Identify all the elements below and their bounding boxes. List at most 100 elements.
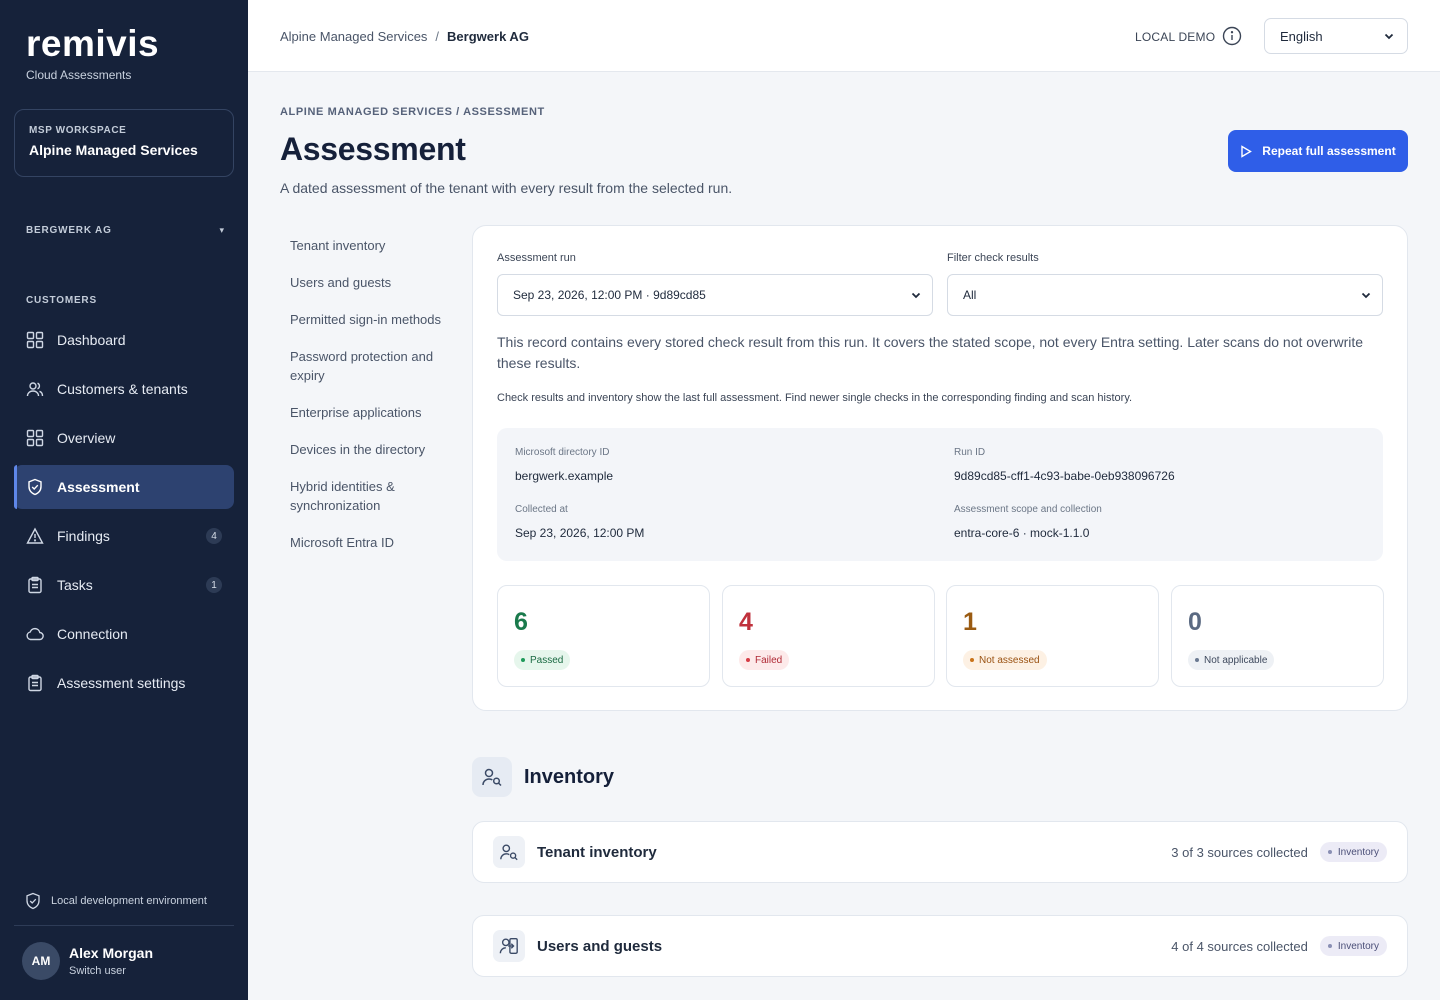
mode-label: LOCAL DEMO: [1135, 30, 1216, 44]
sidebar-item-customers[interactable]: Customers & tenants: [14, 367, 234, 411]
sidebar-divider: [14, 925, 234, 926]
cloud-icon: [24, 623, 46, 645]
brand-logo: remivis: [26, 23, 160, 64]
run-metadata: Microsoft directory ID bergwerk.example …: [497, 428, 1383, 561]
workspace-card[interactable]: MSP WORKSPACE Alpine Managed Services: [14, 109, 234, 177]
inventory-row-title: Tenant inventory: [537, 843, 657, 861]
status-label: Not applicable: [1204, 654, 1268, 666]
language-select[interactable]: English: [1264, 18, 1408, 54]
section-link-devices[interactable]: Devices in the directory: [290, 440, 450, 459]
info-icon[interactable]: [1222, 26, 1242, 51]
workspace-name: Alpine Managed Services: [29, 142, 198, 158]
inventory-row-title: Users and guests: [537, 937, 663, 955]
page-overline: ALPINE MANAGED SERVICES / ASSESSMENT: [280, 106, 545, 118]
stat-passed[interactable]: 6 Passed: [497, 585, 710, 687]
sidebar-item-tasks[interactable]: Tasks 1: [14, 563, 234, 607]
inventory-row-count: 4 of 4 sources collected: [1171, 938, 1308, 954]
sidebar-item-findings[interactable]: Findings 4: [14, 514, 234, 558]
tag-dot: [1327, 850, 1332, 854]
inventory-tag-label: Inventory: [1337, 940, 1379, 952]
page-description: A dated assessment of the tenant with ev…: [280, 180, 733, 196]
sidebar: remivis Cloud Assessments MSP WORKSPACE …: [0, 0, 248, 1000]
grid-icon: [24, 329, 46, 351]
section-link-entra-id[interactable]: Microsoft Entra ID: [290, 533, 450, 552]
breadcrumb-current: Bergwerk AG: [447, 29, 529, 44]
sidebar-item-label: Tasks: [57, 577, 93, 593]
warning-icon: [24, 525, 46, 547]
status-badge: Passed: [514, 650, 571, 670]
chevron-down-icon: [1384, 33, 1394, 40]
run-select[interactable]: Sep 23, 2026, 12:00 PM · 9d89cd85: [497, 274, 933, 316]
environment-indicator: Local development environment: [24, 892, 207, 910]
shield-check-icon: [24, 476, 46, 498]
run-history-note: Check results and inventory show the las…: [497, 392, 1133, 404]
section-link-users-guests[interactable]: Users and guests: [290, 273, 450, 292]
breadcrumb-msp[interactable]: Alpine Managed Services: [280, 29, 427, 44]
clipboard-icon: [24, 672, 46, 694]
clipboard-icon: [24, 574, 46, 596]
run-id-label: Run ID: [954, 447, 986, 458]
sidebar-item-connection[interactable]: Connection: [14, 612, 234, 656]
repeat-assessment-button[interactable]: Repeat full assessment: [1228, 130, 1408, 172]
status-label: Passed: [530, 654, 564, 666]
sidebar-item-label: Customers & tenants: [57, 381, 188, 397]
section-nav: Tenant inventory Users and guests Permit…: [290, 236, 450, 570]
tasks-count-badge: 1: [206, 577, 222, 593]
inventory-row-users[interactable]: Users and guests 4 of 4 sources collecte…: [472, 915, 1408, 977]
stat-value: 1: [963, 608, 977, 636]
stat-not-assessed[interactable]: 1 Not assessed: [946, 585, 1159, 687]
filter-select[interactable]: All: [947, 274, 1383, 316]
status-dot: [1195, 658, 1199, 662]
status-dot: [746, 658, 750, 662]
user-import-icon: [493, 930, 525, 962]
sidebar-item-label: Overview: [57, 430, 116, 446]
users-icon: [24, 378, 46, 400]
scope-value: entra-core-6 · mock-1.1.0: [954, 526, 1090, 540]
inventory-row-tenant[interactable]: Tenant inventory 3 of 3 sources collecte…: [472, 821, 1408, 883]
sidebar-item-assessment[interactable]: Assessment: [14, 465, 234, 509]
sidebar-item-dashboard[interactable]: Dashboard: [14, 318, 234, 362]
brand-subtitle: Cloud Assessments: [26, 68, 132, 82]
breadcrumb-separator: /: [435, 29, 440, 44]
grid-icon: [24, 427, 46, 449]
section-link-password-protection[interactable]: Password protection and expiry: [290, 347, 450, 385]
stat-value: 4: [739, 608, 753, 636]
status-label: Failed: [755, 654, 783, 666]
stat-value: 0: [1188, 608, 1202, 636]
switch-user-link[interactable]: Switch user: [69, 965, 153, 977]
stat-not-applicable[interactable]: 0 Not applicable: [1171, 585, 1384, 687]
user-search-icon: [493, 836, 525, 868]
section-link-enterprise-apps[interactable]: Enterprise applications: [290, 403, 450, 422]
directory-id-value: bergwerk.example: [515, 469, 614, 483]
status-dot: [521, 658, 525, 662]
sidebar-item-overview[interactable]: Overview: [14, 416, 234, 460]
stat-value: 6: [514, 608, 528, 636]
status-badge: Not applicable: [1188, 650, 1275, 670]
scope-label: Assessment scope and collection: [954, 504, 1102, 515]
repeat-assessment-label: Repeat full assessment: [1262, 144, 1396, 158]
inventory-section-header: Inventory: [472, 757, 614, 797]
section-link-tenant-inventory[interactable]: Tenant inventory: [290, 236, 450, 255]
run-id-value: 9d89cd85-cff1-4c93-babe-0eb938096726: [954, 469, 1175, 483]
findings-count-badge: 4: [206, 528, 222, 544]
page-title: Assessment: [280, 131, 466, 167]
shield-check-icon: [26, 892, 40, 910]
user-name: Alex Morgan: [69, 945, 154, 961]
run-select-label: Assessment run: [497, 252, 576, 264]
collected-at-value: Sep 23, 2026, 12:00 PM: [515, 526, 645, 540]
tenant-switcher[interactable]: BERGWERK AG ▾: [26, 225, 224, 236]
top-bar: Alpine Managed Services / Bergwerk AG LOCA…: [248, 0, 1440, 72]
avatar: AM: [22, 942, 60, 980]
sidebar-item-assessment-settings[interactable]: Assessment settings: [14, 661, 234, 705]
filter-select-label: Filter check results: [947, 252, 1039, 264]
section-link-hybrid-identities[interactable]: Hybrid identities & synchronization: [290, 477, 450, 515]
inventory-title: Inventory: [524, 765, 615, 788]
section-link-sign-in-methods[interactable]: Permitted sign-in methods: [290, 310, 450, 329]
user-switcher[interactable]: AM Alex Morgan Switch user: [22, 942, 153, 980]
collected-at-label: Collected at: [515, 504, 568, 515]
status-badge: Failed: [739, 650, 790, 670]
stat-failed[interactable]: 4 Failed: [722, 585, 935, 687]
chevron-down-icon: [911, 292, 921, 299]
status-dot: [970, 658, 974, 662]
brand[interactable]: remivis Cloud Assessments: [26, 23, 160, 83]
